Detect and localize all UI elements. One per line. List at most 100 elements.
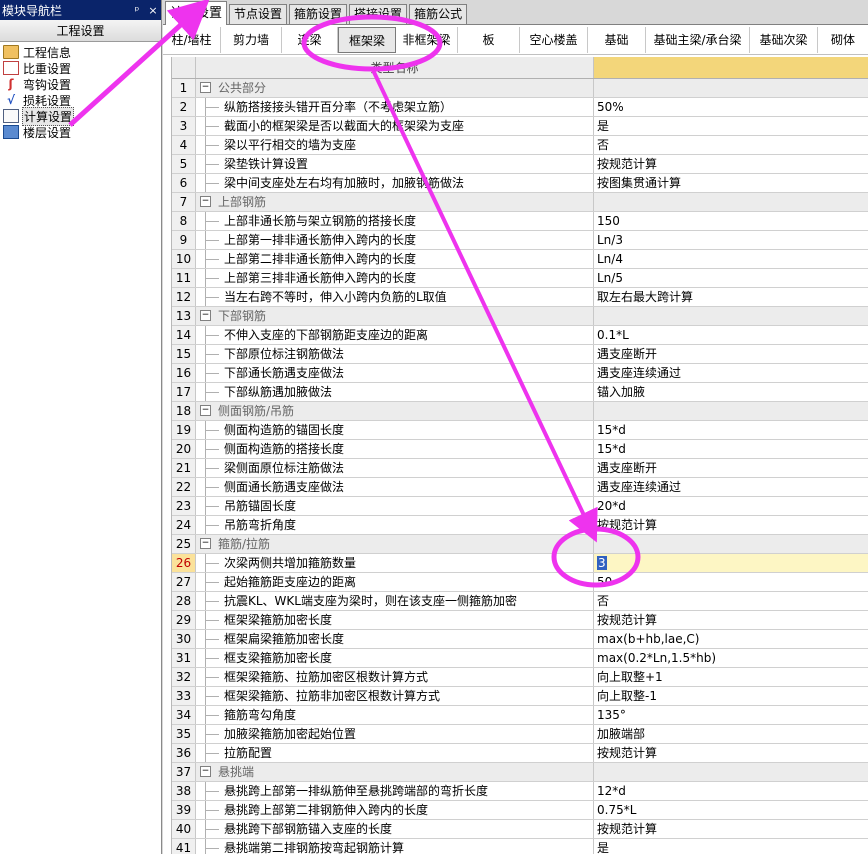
row-value[interactable]: 向上取整+1 xyxy=(594,668,868,686)
row-value[interactable]: 50% xyxy=(594,98,868,116)
subtab-non-frame-beam[interactable]: 非框架梁 xyxy=(396,26,458,53)
table-row[interactable]: 36 拉筋配置 按规范计算 xyxy=(172,744,868,763)
table-row[interactable]: 14 不伸入支座的下部钢筋距支座边的距离 0.1*L xyxy=(172,326,868,345)
tab-lap-settings[interactable]: 搭接设置 xyxy=(349,4,408,24)
table-row[interactable]: 11 上部第三排非通长筋伸入跨内的长度 Ln/5 xyxy=(172,269,868,288)
row-value[interactable]: 锚入加腋 xyxy=(594,383,868,401)
row-value[interactable]: 否 xyxy=(594,136,868,154)
group-row[interactable]: 13− 下部钢筋 xyxy=(172,307,868,326)
table-row[interactable]: 32 框架梁箍筋、拉筋加密区根数计算方式 向上取整+1 xyxy=(172,668,868,687)
tab-node-settings[interactable]: 节点设置 xyxy=(229,4,288,24)
nav-item-project-info[interactable]: 工程信息 xyxy=(0,44,161,60)
subtab-column[interactable]: 柱/墙柱 xyxy=(163,26,221,53)
subtab-masonry[interactable]: 砌体 xyxy=(818,27,868,53)
table-row[interactable]: 38 悬挑跨上部第一排纵筋伸至悬挑跨端部的弯折长度 12*d xyxy=(172,782,868,801)
row-value[interactable]: 0.1*L xyxy=(594,326,868,344)
table-row[interactable]: 20 侧面构造筋的搭接长度 15*d xyxy=(172,440,868,459)
table-row[interactable]: 39 悬挑跨上部第二排钢筋伸入跨内的长度 0.75*L xyxy=(172,801,868,820)
table-row[interactable]: 22 侧面通长筋遇支座做法 遇支座连续通过 xyxy=(172,478,868,497)
row-value[interactable]: 15*d xyxy=(594,421,868,439)
row-value[interactable]: max(0.2*Ln,1.5*hb) xyxy=(594,649,868,667)
row-value[interactable]: 遇支座断开 xyxy=(594,459,868,477)
table-row[interactable]: 12 当左右跨不等时，伸入小跨内负筋的L取值 取左右最大跨计算 xyxy=(172,288,868,307)
group-row[interactable]: 25− 箍筋/拉筋 xyxy=(172,535,868,554)
table-row[interactable]: 31 框支梁箍筋加密长度 max(0.2*Ln,1.5*hb) xyxy=(172,649,868,668)
row-value[interactable]: 0.75*L xyxy=(594,801,868,819)
row-value[interactable]: 是 xyxy=(594,839,868,854)
subtab-foundation-secondary-beam[interactable]: 基础次梁 xyxy=(750,26,818,53)
collapse-icon[interactable]: − xyxy=(200,196,211,207)
subtab-foundation-main-beam[interactable]: 基础主梁/承台梁 xyxy=(646,26,750,53)
row-value[interactable]: 按图集贯通计算 xyxy=(594,174,868,192)
table-row[interactable]: 8 上部非通长筋与架立钢筋的搭接长度 150 xyxy=(172,212,868,231)
table-row[interactable]: 35 加腋梁箍筋加密起始位置 加腋端部 xyxy=(172,725,868,744)
row-value[interactable]: 50 xyxy=(594,573,868,591)
row-value[interactable]: Ln/3 xyxy=(594,231,868,249)
table-row[interactable]: 30 框架扁梁箍筋加密长度 max(b+hb,lae,C) xyxy=(172,630,868,649)
row-value[interactable]: 按规范计算 xyxy=(594,611,868,629)
row-value[interactable]: 135° xyxy=(594,706,868,724)
row-value[interactable]: 按规范计算 xyxy=(594,744,868,762)
nav-item-hook[interactable]: ʃ 弯钩设置 xyxy=(0,76,161,92)
row-value[interactable]: Ln/4 xyxy=(594,250,868,268)
table-row[interactable]: 41 悬挑端第二排钢筋按弯起钢筋计算 是 xyxy=(172,839,868,854)
row-value[interactable]: 遇支座断开 xyxy=(594,345,868,363)
table-row[interactable]: 33 框架梁箍筋、拉筋非加密区根数计算方式 向上取整-1 xyxy=(172,687,868,706)
table-row[interactable]: 26 次梁两侧共增加箍筋数量 3 xyxy=(172,554,868,573)
collapse-icon[interactable]: − xyxy=(200,405,211,416)
table-row[interactable]: 6 梁中间支座处左右均有加腋时，加腋钢筋做法 按图集贯通计算 xyxy=(172,174,868,193)
nav-header-project-settings[interactable]: 工程设置 xyxy=(0,20,161,42)
group-row[interactable]: 37− 悬挑端 xyxy=(172,763,868,782)
tab-calc-settings[interactable]: 计算设置 xyxy=(165,1,228,25)
row-value[interactable]: 取左右最大跨计算 xyxy=(594,288,868,306)
row-value[interactable]: 遇支座连续通过 xyxy=(594,478,868,496)
collapse-icon[interactable]: − xyxy=(200,82,211,93)
subtab-coupling-beam[interactable]: 连梁 xyxy=(282,26,338,53)
row-value[interactable]: 否 xyxy=(594,592,868,610)
row-value[interactable]: 20*d xyxy=(594,497,868,515)
row-value[interactable]: max(b+hb,lae,C) xyxy=(594,630,868,648)
row-value[interactable]: 按规范计算 xyxy=(594,155,868,173)
table-row[interactable]: 23 吊筋锚固长度 20*d xyxy=(172,497,868,516)
row-value[interactable]: 是 xyxy=(594,117,868,135)
table-row[interactable]: 10 上部第二排非通长筋伸入跨内的长度 Ln/4 xyxy=(172,250,868,269)
nav-item-calc-settings[interactable]: 计算设置 xyxy=(0,106,161,126)
table-row[interactable]: 3 截面小的框架梁是否以截面大的框架梁为支座 是 xyxy=(172,117,868,136)
nav-item-weight[interactable]: 比重设置 xyxy=(0,60,161,76)
row-value[interactable]: 按规范计算 xyxy=(594,516,868,534)
table-row[interactable]: 19 侧面构造筋的锚固长度 15*d xyxy=(172,421,868,440)
tab-stirrup-formula[interactable]: 箍筋公式 xyxy=(409,4,468,24)
row-value[interactable]: 按规范计算 xyxy=(594,820,868,838)
nav-item-floor[interactable]: 楼层设置 xyxy=(0,124,161,140)
table-row[interactable]: 4 梁以平行相交的墙为支座 否 xyxy=(172,136,868,155)
group-row[interactable]: 7− 上部钢筋 xyxy=(172,193,868,212)
row-value[interactable]: Ln/5 xyxy=(594,269,868,287)
pin-icon[interactable]: ᵖ xyxy=(129,4,145,17)
tab-stirrup-settings[interactable]: 箍筋设置 xyxy=(289,4,348,24)
table-row[interactable]: 21 梁侧面原位标注筋做法 遇支座断开 xyxy=(172,459,868,478)
subtab-shear-wall[interactable]: 剪力墙 xyxy=(221,26,282,53)
table-row[interactable]: 24 吊筋弯折角度 按规范计算 xyxy=(172,516,868,535)
table-row[interactable]: 29 框架梁箍筋加密长度 按规范计算 xyxy=(172,611,868,630)
table-row[interactable]: 17 下部纵筋遇加腋做法 锚入加腋 xyxy=(172,383,868,402)
subtab-foundation[interactable]: 基础 xyxy=(588,26,646,53)
subtab-frame-beam[interactable]: 框架梁 xyxy=(338,26,396,53)
row-value[interactable]: 加腋端部 xyxy=(594,725,868,743)
collapse-icon[interactable]: − xyxy=(200,310,211,321)
row-value[interactable]: 遇支座连续通过 xyxy=(594,364,868,382)
collapse-icon[interactable]: − xyxy=(200,538,211,549)
table-row[interactable]: 5 梁垫铁计算设置 按规范计算 xyxy=(172,155,868,174)
row-value[interactable]: 12*d xyxy=(594,782,868,800)
subtab-hollow-floor[interactable]: 空心楼盖 xyxy=(520,26,588,53)
table-row[interactable]: 9 上部第一排非通长筋伸入跨内的长度 Ln/3 xyxy=(172,231,868,250)
close-icon[interactable]: × xyxy=(145,4,161,17)
row-value[interactable]: 3 xyxy=(594,554,868,572)
table-row[interactable]: 15 下部原位标注钢筋做法 遇支座断开 xyxy=(172,345,868,364)
group-row[interactable]: 18− 侧面钢筋/吊筋 xyxy=(172,402,868,421)
group-row[interactable]: 1− 公共部分 xyxy=(172,79,868,98)
row-value[interactable]: 15*d xyxy=(594,440,868,458)
row-value[interactable]: 150 xyxy=(594,212,868,230)
table-row[interactable]: 2 纵筋搭接接头错开百分率（不考虑架立筋） 50% xyxy=(172,98,868,117)
collapse-icon[interactable]: − xyxy=(200,766,211,777)
table-row[interactable]: 34 箍筋弯勾角度 135° xyxy=(172,706,868,725)
